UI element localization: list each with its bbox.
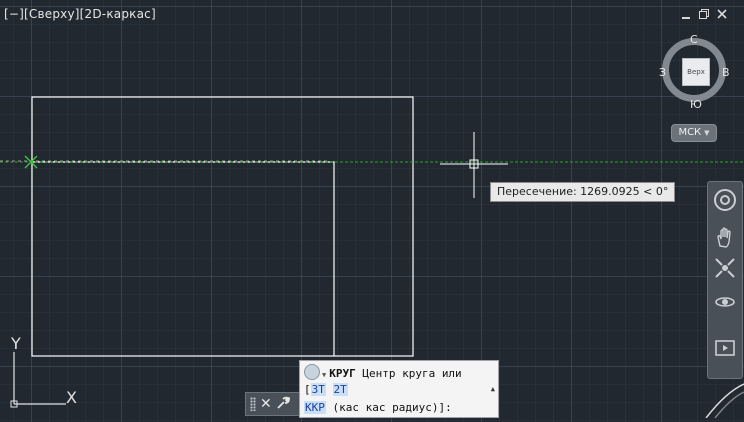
scroll-up-icon[interactable]: ▲ [491, 385, 495, 393]
command-prompt-line-3: ККР (кас кас радиус)]: [304, 401, 452, 414]
ucs-x-label: X [66, 388, 77, 407]
ucs-y-label: Y [11, 334, 21, 353]
command-line-panel[interactable]: ▼ КРУГ Центр круга или [3Т 2Т ККР (кас ка… [299, 360, 499, 418]
close-icon[interactable] [716, 8, 728, 20]
minimize-icon[interactable] [680, 8, 692, 20]
compass-south[interactable]: Ю [690, 98, 702, 111]
viewport-window-controls [680, 8, 728, 20]
ucs-menu-button[interactable]: МСК ▼ [671, 124, 717, 142]
command-options-tail: (кас кас радиус)]: [332, 401, 452, 414]
orbit-icon[interactable] [713, 290, 737, 314]
option-2t[interactable]: 2Т [332, 383, 348, 396]
viewcube[interactable]: Верх С Ю З В [659, 33, 732, 111]
ucs-icon: Y X [8, 334, 88, 418]
chevron-down-icon: ▼ [704, 129, 710, 137]
command-prompt-text: Центр круга или [362, 367, 462, 380]
ucs-menu-label: МСК [678, 127, 702, 138]
command-prompt-line-2: [3Т 2Т [304, 383, 348, 396]
pan-icon[interactable] [713, 226, 737, 250]
command-prompt-icon[interactable] [304, 364, 320, 380]
chevron-down-icon[interactable]: ▼ [322, 371, 326, 379]
command-name: КРУГ [329, 367, 356, 380]
close-command-line-icon[interactable]: ✕ [260, 397, 272, 411]
object-snap-tooltip: Пересечение: 1269.0925 < 0° [490, 182, 676, 202]
drag-handle-icon[interactable] [250, 397, 256, 411]
outer-rectangle [31, 96, 414, 357]
inner-rectangle [30, 161, 335, 356]
compass-east[interactable]: В [722, 66, 730, 79]
drawing-canvas[interactable] [0, 0, 744, 418]
viewport-controls-label[interactable]: [−][Сверху][2D-каркас] [4, 7, 156, 21]
showmotion-icon[interactable] [713, 336, 737, 360]
corner-arc [705, 383, 744, 418]
option-kkr[interactable]: ККР [304, 401, 326, 414]
command-prompt-line-1: ▼ КРУГ Центр круга или [304, 364, 462, 380]
command-line-handle[interactable]: ✕ [245, 392, 301, 416]
option-3t[interactable]: 3Т [310, 383, 326, 396]
customize-wrench-icon[interactable] [276, 396, 290, 413]
viewcube-face-top[interactable]: Верх [682, 58, 710, 86]
steering-wheel-icon[interactable] [713, 188, 737, 212]
zoom-extents-icon[interactable] [713, 256, 737, 280]
compass-north[interactable]: С [690, 33, 698, 46]
options-open-bracket: [ [304, 383, 311, 396]
navigation-bar [707, 181, 743, 379]
compass-west[interactable]: З [659, 66, 666, 79]
restore-icon[interactable] [698, 8, 710, 20]
